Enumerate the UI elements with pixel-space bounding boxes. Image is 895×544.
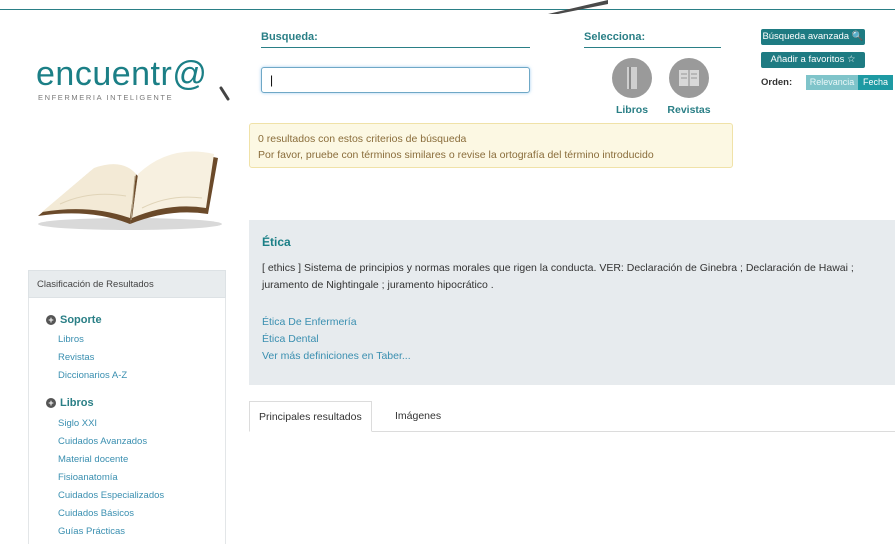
search-label-underline — [261, 47, 530, 48]
logo-tagline: ENFERMERIA INTELIGENTE — [38, 93, 174, 102]
order-relevance-button[interactable]: Relevancia — [806, 75, 858, 90]
sidebar-group-soporte[interactable]: + Soporte — [46, 314, 102, 326]
sidebar-item-diccionarios[interactable]: Diccionarios A-Z — [58, 370, 127, 381]
definition-title: Ética — [262, 235, 291, 249]
sidebar-item-revistas[interactable]: Revistas — [58, 352, 94, 363]
definition-link-enfermeria[interactable]: Ética De Enfermería — [262, 316, 357, 328]
sidebar-item-cuidados-avanzados[interactable]: Cuidados Avanzados — [58, 436, 147, 447]
definition-link-more[interactable]: Ver más definiciones en Taber... — [262, 350, 411, 362]
sidebar-item-libros[interactable]: Libros — [58, 334, 84, 345]
tab-imagenes[interactable]: Imágenes — [395, 401, 441, 432]
sidebar-group-libros[interactable]: + Libros — [46, 397, 94, 409]
sidebar-item-fisioanatomia[interactable]: Fisioanatomía — [58, 472, 118, 483]
header-decoration — [548, 0, 608, 14]
sidebar-group-label: Soporte — [60, 314, 102, 326]
zoom-in-icon: 🔍 — [851, 31, 864, 42]
sidebar-item-siglo-xxi[interactable]: Siglo XXI — [58, 418, 97, 429]
sidebar-item-guias-practicas[interactable]: Guías Prácticas — [58, 526, 125, 537]
source-journals-label: Revistas — [667, 104, 711, 116]
order-date-button[interactable]: Fecha — [858, 75, 893, 90]
magnifier-icon — [219, 86, 230, 101]
select-label: Selecciona: — [584, 31, 646, 43]
sidebar-item-material-docente[interactable]: Material docente — [58, 454, 128, 465]
sidebar-group-label: Libros — [60, 397, 94, 409]
advanced-search-button[interactable]: Búsqueda avanzada 🔍 — [761, 29, 865, 45]
no-results-alert: 0 resultados con estos criterios de búsq… — [249, 123, 733, 168]
source-journals-button[interactable]: Revistas — [667, 58, 711, 116]
add-favorites-label: Añadir a favoritos — [770, 54, 845, 65]
sidebar-header: Clasificación de Resultados — [28, 270, 226, 298]
add-favorites-button[interactable]: Añadir a favoritos ☆ — [761, 52, 865, 68]
tab-principales-resultados[interactable]: Principales resultados — [249, 401, 372, 432]
alert-line-1: 0 resultados con estos criterios de búsq… — [258, 133, 467, 145]
logo-wordmark: encuentr@ — [36, 55, 208, 93]
search-label: Busqueda: — [261, 31, 318, 43]
definition-link-dental[interactable]: Ética Dental — [262, 333, 319, 345]
journals-icon — [669, 58, 709, 98]
books-icon — [612, 58, 652, 98]
site-logo[interactable]: encuentr@ ENFERMERIA INTELIGENTE — [36, 55, 230, 102]
plus-circle-icon: + — [46, 398, 56, 408]
definition-text: [ ethics ] Sistema de principios y norma… — [262, 262, 854, 291]
advanced-search-label: Búsqueda avanzada — [762, 31, 850, 42]
top-border-line — [0, 9, 895, 10]
sidebar-item-cuidados-basicos[interactable]: Cuidados Básicos — [58, 508, 134, 519]
sidebar-item-cuidados-especializados[interactable]: Cuidados Especializados — [58, 490, 164, 501]
plus-circle-icon: + — [46, 315, 56, 325]
source-books-button[interactable]: Libros — [610, 58, 654, 116]
search-input[interactable] — [261, 67, 530, 93]
order-label: Orden: — [761, 77, 793, 88]
alert-line-2: Por favor, pruebe con términos similares… — [258, 149, 654, 161]
open-book-image — [38, 151, 222, 230]
select-label-underline — [584, 47, 721, 48]
source-books-label: Libros — [615, 104, 649, 116]
star-icon: ☆ — [847, 54, 856, 65]
